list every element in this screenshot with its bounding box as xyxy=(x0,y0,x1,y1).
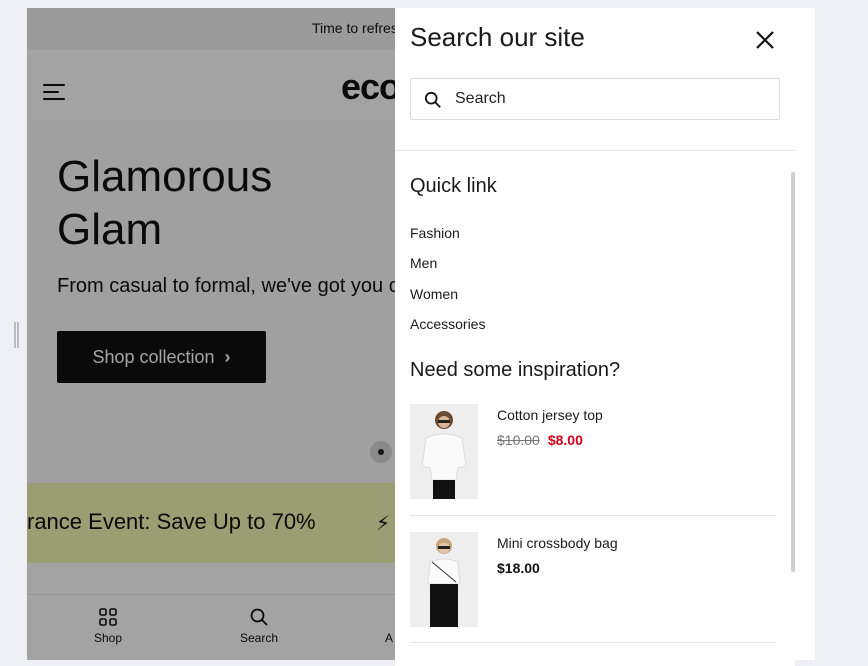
search-drawer: Search our site Quick link Fashion Men W… xyxy=(395,8,795,666)
regular-price: $18.00 xyxy=(497,560,540,576)
model-crossbody-bag-image xyxy=(410,532,478,627)
product-divider xyxy=(410,642,776,643)
drawer-title: Search our site xyxy=(410,22,585,52)
quick-link-heading: Quick link xyxy=(410,175,497,197)
search-field[interactable] xyxy=(410,78,780,120)
quick-link-accessories[interactable]: Accessories xyxy=(410,316,485,332)
close-icon[interactable] xyxy=(753,28,777,52)
product-card[interactable]: Cotton jersey top $10.00 $8.00 xyxy=(410,404,776,514)
inspiration-heading: Need some inspiration? xyxy=(410,359,621,381)
product-price: $10.00 $8.00 xyxy=(497,432,583,448)
resize-handle-left[interactable] xyxy=(14,322,19,348)
product-divider xyxy=(410,515,776,516)
drawer-divider xyxy=(395,150,795,151)
product-name[interactable]: Cotton jersey top xyxy=(497,407,603,423)
product-image[interactable] xyxy=(410,404,478,499)
quick-link-fashion[interactable]: Fashion xyxy=(410,225,460,241)
product-name[interactable]: Mini crossbody bag xyxy=(497,535,618,551)
product-price: $18.00 xyxy=(497,560,540,576)
storefront-visible-area: Time to refresh your wardrobe ecomus Gla… xyxy=(27,8,395,660)
drawer-scrollbar[interactable] xyxy=(791,172,795,572)
quick-link-men[interactable]: Men xyxy=(410,255,437,271)
original-price: $10.00 xyxy=(497,432,540,448)
search-icon xyxy=(424,91,441,108)
quick-link-women[interactable]: Women xyxy=(410,286,458,302)
search-input[interactable] xyxy=(455,79,755,119)
modal-overlay[interactable] xyxy=(27,8,395,660)
sale-price: $8.00 xyxy=(547,432,583,448)
product-image[interactable] xyxy=(410,532,478,627)
model-white-tshirt-image xyxy=(410,404,478,499)
product-card[interactable]: Mini crossbody bag $18.00 xyxy=(410,532,776,642)
